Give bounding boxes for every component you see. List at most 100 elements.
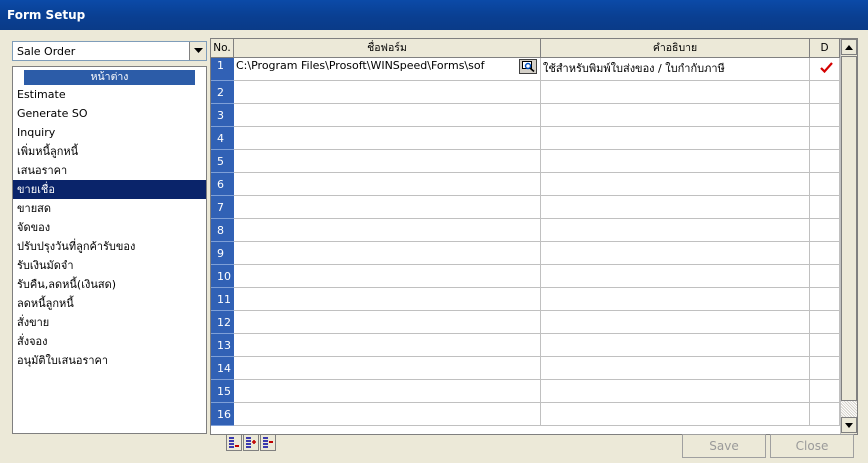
list-item[interactable]: รับคืน,ลดหนี้(เงินสด) [13, 275, 206, 294]
description-cell[interactable] [541, 288, 810, 311]
d-cell[interactable] [810, 311, 840, 334]
description-cell[interactable] [541, 265, 810, 288]
description-cell[interactable] [541, 311, 810, 334]
row-number[interactable]: 6 [211, 173, 234, 196]
d-cell[interactable] [810, 150, 840, 173]
row-number[interactable]: 2 [211, 81, 234, 104]
list-item[interactable]: ปรับปรุงวันที่ลูกค้ารับของ [13, 237, 206, 256]
append-row-button[interactable] [243, 434, 259, 451]
form-name-cell[interactable] [234, 196, 541, 219]
form-name-cell[interactable] [234, 242, 541, 265]
description-cell[interactable] [541, 150, 810, 173]
scroll-thumb[interactable] [841, 56, 857, 401]
description-cell[interactable] [541, 219, 810, 242]
save-button[interactable]: Save [682, 434, 766, 458]
list-item[interactable]: ขายเชื่อ [13, 180, 206, 199]
row-number[interactable]: 12 [211, 311, 234, 334]
scroll-track[interactable] [841, 401, 857, 417]
form-name-cell[interactable] [234, 81, 541, 104]
d-cell[interactable] [810, 173, 840, 196]
insert-row-button[interactable] [226, 434, 242, 451]
arrow-up-icon [845, 44, 853, 50]
row-number[interactable]: 8 [211, 219, 234, 242]
column-header-form-name[interactable]: ชื่อฟอร์ม [234, 39, 541, 58]
form-name-cell[interactable] [234, 380, 541, 403]
d-cell[interactable] [810, 403, 840, 426]
form-name-cell[interactable] [234, 104, 541, 127]
description-cell[interactable] [541, 242, 810, 265]
form-name-cell[interactable] [234, 265, 541, 288]
d-cell[interactable] [810, 127, 840, 150]
close-button[interactable]: Close [770, 434, 854, 458]
description-cell[interactable] [541, 380, 810, 403]
list-item[interactable]: รับเงินมัดจำ [13, 256, 206, 275]
magnifier-icon [521, 61, 535, 72]
description-value: ใช้สำหรับพิมพ์ใบส่งของ / ใบกำกับภาษี [543, 62, 725, 75]
description-cell[interactable] [541, 334, 810, 357]
chevron-down-icon [193, 48, 203, 53]
list-item[interactable]: ขายสด [13, 199, 206, 218]
row-number[interactable]: 14 [211, 357, 234, 380]
description-cell[interactable] [541, 357, 810, 380]
description-cell[interactable] [541, 81, 810, 104]
d-cell[interactable] [810, 196, 840, 219]
d-cell[interactable] [810, 380, 840, 403]
list-item[interactable]: สั่งจอง [13, 332, 206, 351]
scroll-down-button[interactable] [841, 417, 857, 433]
column-header-no[interactable]: No. [211, 39, 234, 58]
form-name-cell[interactable] [234, 173, 541, 196]
d-cell[interactable] [810, 334, 840, 357]
form-name-cell[interactable] [234, 127, 541, 150]
d-cell[interactable] [810, 81, 840, 104]
form-name-cell[interactable] [234, 334, 541, 357]
description-cell[interactable] [541, 104, 810, 127]
list-item[interactable]: จัดของ [13, 218, 206, 237]
d-cell[interactable] [810, 242, 840, 265]
row-number[interactable]: 11 [211, 288, 234, 311]
list-item[interactable]: Generate SO [13, 104, 206, 123]
form-name-cell[interactable] [234, 219, 541, 242]
form-name-cell[interactable] [234, 288, 541, 311]
row-number[interactable]: 16 [211, 403, 234, 426]
list-item[interactable]: Inquiry [13, 123, 206, 142]
browse-button[interactable] [519, 59, 537, 74]
row-number[interactable]: 10 [211, 265, 234, 288]
column-header-d[interactable]: D [810, 39, 840, 58]
description-cell[interactable] [541, 196, 810, 219]
list-item[interactable]: เสนอราคา [13, 161, 206, 180]
d-cell[interactable] [810, 357, 840, 380]
dropdown-button[interactable] [189, 42, 206, 60]
d-cell[interactable] [810, 265, 840, 288]
delete-row-button[interactable] [260, 434, 276, 451]
d-cell[interactable] [810, 219, 840, 242]
row-number[interactable]: 1 [211, 58, 234, 81]
scroll-up-button[interactable] [841, 39, 857, 55]
row-number[interactable]: 7 [211, 196, 234, 219]
form-name-cell[interactable] [234, 357, 541, 380]
checkmark-icon[interactable] [820, 62, 833, 76]
list-header: หน้าต่าง [24, 70, 195, 85]
list-item[interactable]: เพิ่มหนี้ลูกหนี้ [13, 142, 206, 161]
list-item[interactable]: สั่งขาย [13, 313, 206, 332]
row-number[interactable]: 13 [211, 334, 234, 357]
form-name-cell[interactable] [234, 403, 541, 426]
form-name-cell[interactable] [234, 150, 541, 173]
form-name-cell[interactable] [234, 311, 541, 334]
list-item[interactable]: Estimate [13, 85, 206, 104]
description-cell[interactable] [541, 403, 810, 426]
form-type-select[interactable]: Sale Order [12, 41, 207, 61]
row-number[interactable]: 5 [211, 150, 234, 173]
description-cell[interactable] [541, 127, 810, 150]
d-cell[interactable] [810, 288, 840, 311]
list-item[interactable]: อนุมัติใบเสนอราคา [13, 351, 206, 370]
row-number[interactable]: 4 [211, 127, 234, 150]
row-number[interactable]: 15 [211, 380, 234, 403]
row-number[interactable]: 3 [211, 104, 234, 127]
vertical-scrollbar[interactable] [840, 39, 857, 434]
list-item[interactable]: ลดหนี้ลูกหนี้ [13, 294, 206, 313]
description-cell[interactable] [541, 173, 810, 196]
column-header-description[interactable]: คำอธิบาย [541, 39, 810, 58]
d-cell[interactable] [810, 104, 840, 127]
row-number[interactable]: 9 [211, 242, 234, 265]
window-title: Form Setup [7, 8, 86, 22]
